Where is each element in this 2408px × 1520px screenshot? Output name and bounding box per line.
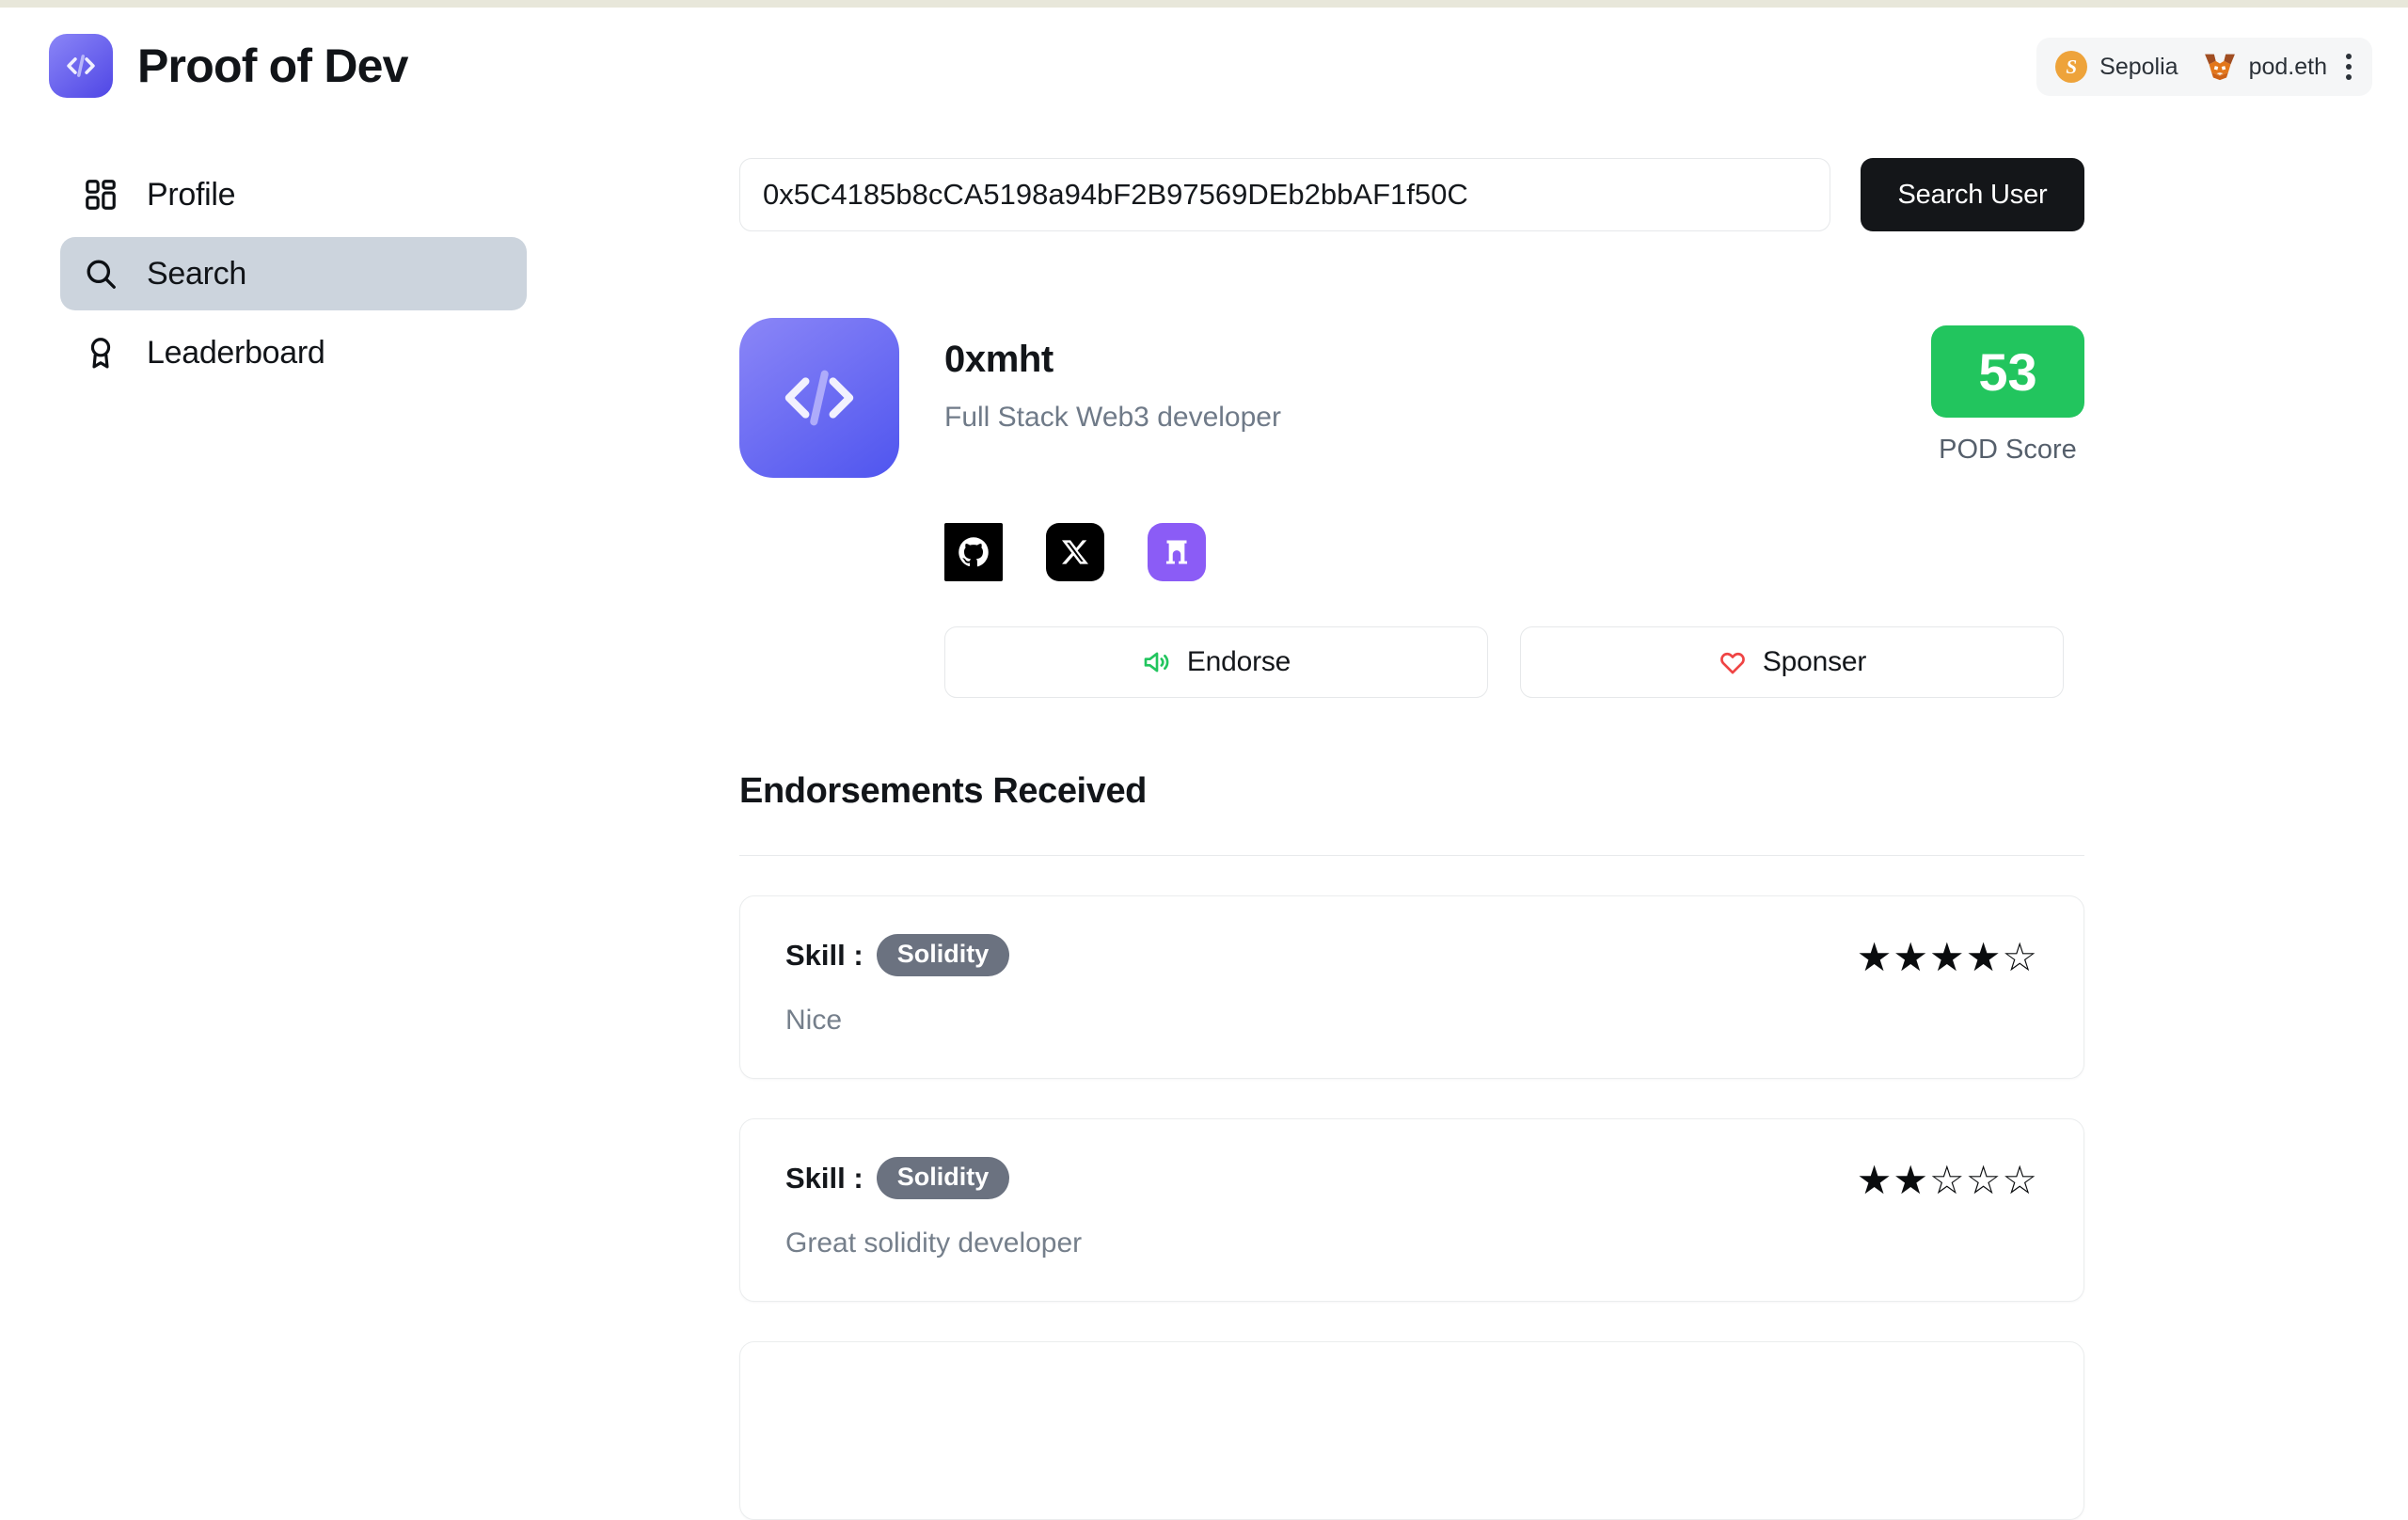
profile-meta: 0xmht Full Stack Web3 developer: [944, 318, 1281, 434]
app-logo-icon: [49, 34, 113, 98]
search-input[interactable]: [739, 158, 1830, 231]
skill-badge: Solidity: [876, 934, 1010, 977]
network-name: Sepolia: [2099, 53, 2178, 80]
sidebar-item-label: Search: [147, 255, 246, 292]
skill-line: Skill : Solidity: [785, 934, 2038, 977]
endorsement-comment: Nice: [785, 1005, 843, 1037]
profile-bio: Full Stack Web3 developer: [944, 402, 1281, 433]
award-medal-icon: [90, 338, 111, 369]
metamask-fox-icon: [2204, 54, 2235, 81]
heart-icon: [1719, 652, 1745, 674]
endorsement-comment: Great solidity developer: [785, 1227, 1083, 1259]
top-accent-strip: [0, 0, 2408, 8]
app-title: Proof of Dev: [137, 40, 408, 92]
endorsement-card: Skill : Solidity Nice ★★★★☆: [739, 895, 2084, 1080]
endorse-button-label: Endorse: [1186, 646, 1291, 677]
skill-label: Skill :: [785, 1161, 863, 1195]
sponser-button-label: Sponser: [1762, 646, 1867, 677]
skill-badge: Solidity: [876, 1157, 1010, 1200]
rating-stars: ★★☆☆☆: [1856, 1158, 2038, 1203]
sidebar-item-search[interactable]: Search: [60, 237, 527, 310]
megaphone-icon: [1144, 652, 1169, 673]
sidebar: Profile Search Leaderboard: [0, 158, 564, 395]
app-header: Proof of Dev S Sepolia pod.eth: [0, 8, 2408, 139]
skill-line: Skill : Solidity: [785, 1157, 2038, 1200]
avatar: [739, 318, 899, 478]
endorsement-card: [739, 1341, 2084, 1520]
pod-score: 53 POD Score: [1931, 325, 2084, 466]
x-twitter-icon: [1062, 540, 1088, 564]
account-name: pod.eth: [2248, 53, 2327, 80]
account-selector[interactable]: pod.eth: [2203, 53, 2342, 81]
profile-name: 0xmht: [944, 339, 1054, 380]
search-icon: [87, 260, 116, 289]
pod-score-value: 53: [1931, 325, 2084, 418]
network-selector[interactable]: S Sepolia: [2055, 51, 2202, 83]
profile-header: 0xmht Full Stack Web3 developer 53 POD S…: [739, 318, 2084, 478]
sidebar-item-label: Profile: [147, 176, 236, 213]
search-row: Search User: [739, 158, 2084, 231]
brand: Proof of Dev: [49, 34, 408, 98]
pod-score-label: POD Score: [1939, 435, 2077, 465]
main-content: Search User 0xmht Full Stack Web3 develo…: [739, 158, 2084, 1520]
search-user-button[interactable]: Search User: [1861, 158, 2084, 231]
code-brackets-icon: [784, 370, 854, 426]
endorse-button[interactable]: Endorse: [944, 626, 1488, 698]
x-twitter-link[interactable]: [1046, 523, 1104, 581]
rating-stars: ★★★★☆: [1856, 935, 2038, 979]
farcaster-icon: [1165, 540, 1188, 564]
network-icon: S: [2055, 51, 2088, 83]
wallet-bar[interactable]: S Sepolia pod.eth: [2036, 38, 2372, 96]
app-page: Proof of Dev S Sepolia pod.eth Profile S…: [0, 8, 2408, 1520]
sidebar-item-profile[interactable]: Profile: [60, 158, 527, 231]
section-divider: [739, 855, 2084, 856]
endorsement-card: Skill : Solidity Great solidity develope…: [739, 1118, 2084, 1303]
social-links: [944, 523, 2084, 581]
endorsements-title: Endorsements Received: [739, 771, 1147, 811]
profile-actions: Endorse Sponser: [944, 626, 2084, 698]
github-link[interactable]: [944, 523, 1003, 581]
sidebar-item-leaderboard[interactable]: Leaderboard: [60, 316, 527, 389]
github-icon: [958, 537, 989, 567]
kebab-menu-icon[interactable]: [2342, 50, 2355, 84]
sidebar-item-label: Leaderboard: [147, 334, 325, 371]
layout-grid-icon: [86, 180, 116, 210]
sponser-button[interactable]: Sponser: [1520, 626, 2064, 698]
skill-label: Skill :: [785, 938, 863, 972]
farcaster-link[interactable]: [1148, 523, 1206, 581]
